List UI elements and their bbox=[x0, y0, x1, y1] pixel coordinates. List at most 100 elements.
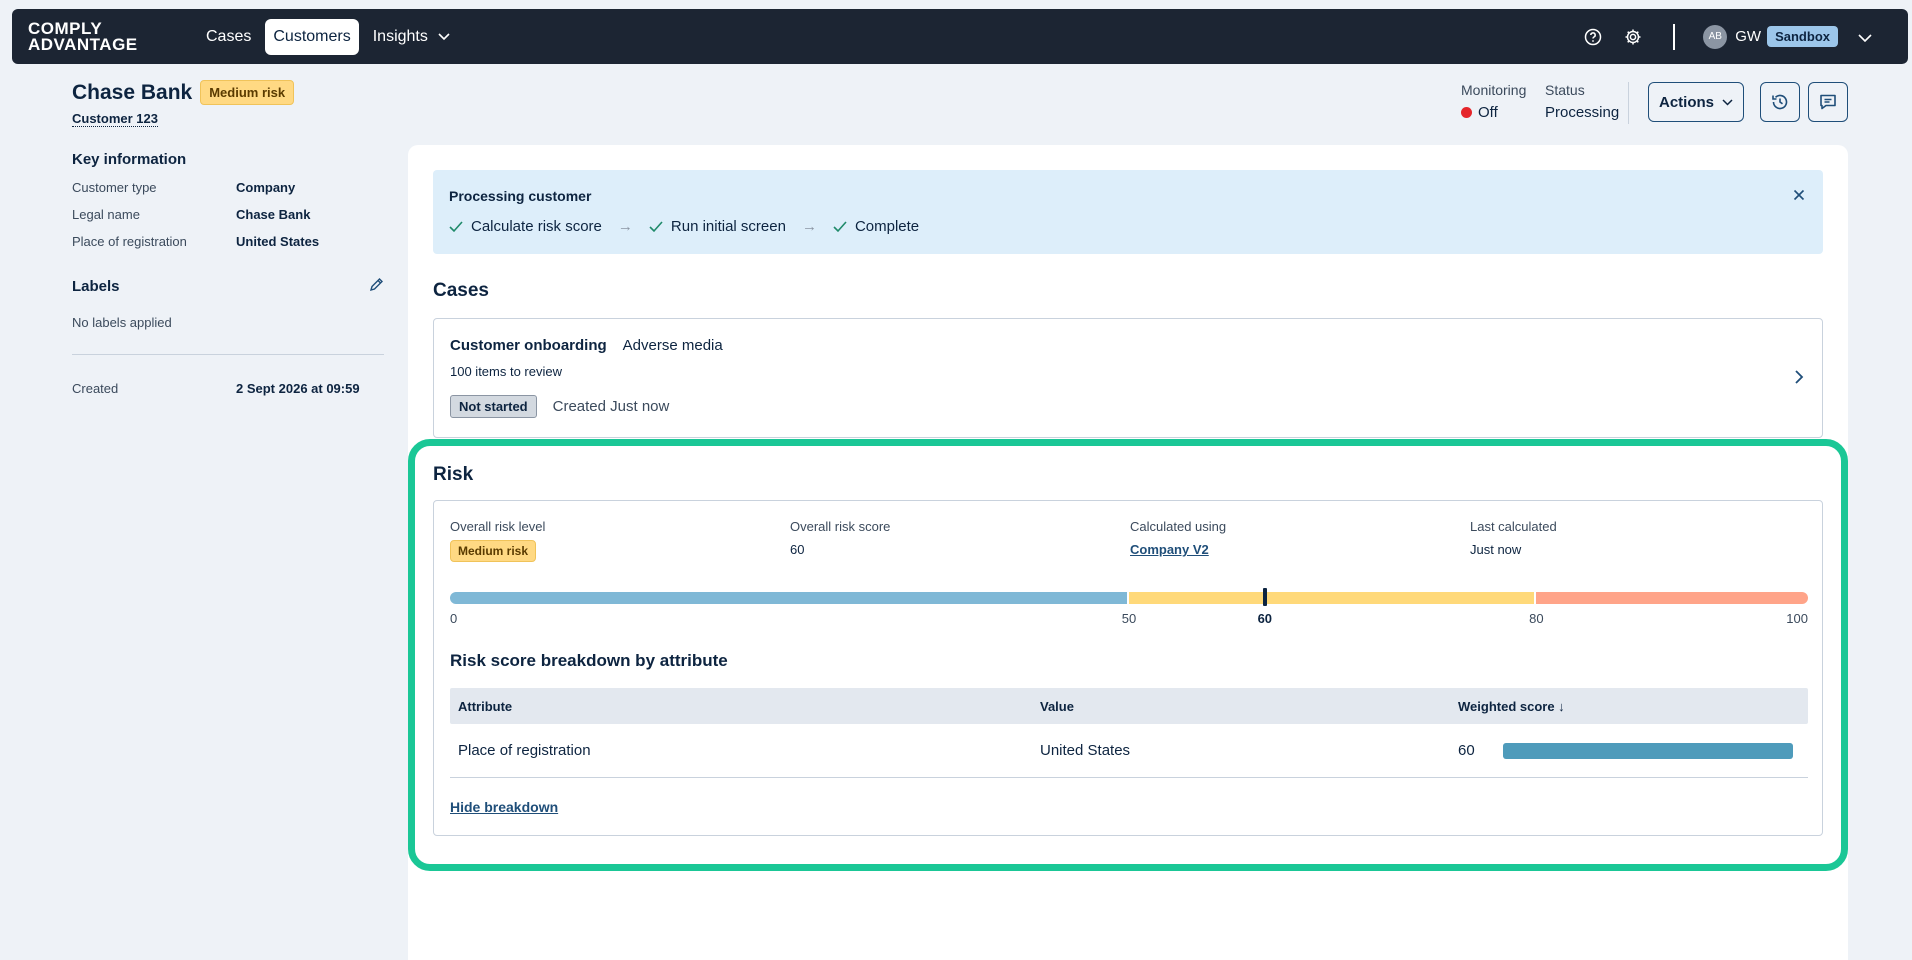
kv-row: Legal name Chase Bank bbox=[72, 207, 384, 222]
cases-section-title: Cases bbox=[433, 280, 489, 301]
step-item: Complete bbox=[833, 218, 919, 235]
settings-button[interactable] bbox=[1619, 23, 1647, 51]
help-button[interactable] bbox=[1579, 23, 1607, 51]
check-icon bbox=[649, 220, 663, 232]
gauge-band bbox=[1129, 592, 1535, 604]
status-dot-icon bbox=[1461, 107, 1472, 118]
header-divider bbox=[1628, 82, 1629, 124]
customer-main-panel: Processing customer Calculate risk score… bbox=[408, 145, 1848, 960]
arrow-right-icon: → bbox=[801, 218, 817, 235]
risk-card: Overall risk level Medium risk Overall r… bbox=[433, 500, 1823, 836]
top-navigation-bar: COMPLY ADVANTAGE Cases Customers Insight… bbox=[12, 9, 1908, 64]
actions-button[interactable]: Actions bbox=[1648, 82, 1744, 122]
processing-banner: Processing customer Calculate risk score… bbox=[433, 170, 1823, 254]
customer-id[interactable]: Customer 123 bbox=[72, 111, 158, 127]
edit-labels-button[interactable] bbox=[369, 277, 384, 295]
gauge-band bbox=[450, 592, 1127, 604]
history-button[interactable] bbox=[1760, 82, 1800, 122]
step-item: Calculate risk score bbox=[449, 218, 602, 235]
column-header-weighted-score[interactable]: Weighted score ↓ bbox=[1458, 699, 1808, 714]
labels-header: Labels bbox=[72, 277, 384, 295]
kv-row: Place of registration United States bbox=[72, 234, 384, 249]
kv-key: Legal name bbox=[72, 207, 140, 222]
key-information-title: Key information bbox=[72, 151, 187, 168]
monitoring-status: Monitoring Off bbox=[1461, 82, 1526, 121]
step-label: Complete bbox=[854, 218, 920, 235]
cell-value: United States bbox=[1040, 742, 1131, 759]
risk-level-badge: Medium risk bbox=[200, 80, 295, 105]
no-labels-text: No labels applied bbox=[72, 315, 172, 330]
case-status-badge: Not started bbox=[450, 395, 537, 418]
calculated-using-label: Calculated using bbox=[1130, 519, 1227, 534]
nav-item-label: Insights bbox=[372, 27, 428, 45]
status-label: Status bbox=[1545, 82, 1585, 98]
weighted-score-bar-fill bbox=[1502, 742, 1793, 759]
table-row: Place of registration United States 60 bbox=[450, 724, 1808, 778]
processing-status: Status Processing bbox=[1545, 82, 1619, 121]
avatar[interactable]: AB bbox=[1703, 24, 1728, 49]
close-icon bbox=[1793, 189, 1805, 201]
customer-title-row: Chase Bank Medium risk bbox=[72, 80, 384, 105]
comments-button[interactable] bbox=[1808, 82, 1848, 122]
gauge-score-marker bbox=[1262, 588, 1267, 606]
case-footer: Not started Created Just now bbox=[450, 395, 1806, 418]
breakdown-title: Risk score breakdown by attribute bbox=[450, 651, 728, 670]
last-calculated-value: Just now bbox=[1470, 542, 1522, 557]
overall-risk-score-label: Overall risk score bbox=[790, 519, 891, 534]
main-nav: Cases Customers Insights bbox=[198, 18, 458, 55]
gear-icon bbox=[1625, 29, 1641, 44]
account-menu-button[interactable] bbox=[1858, 29, 1872, 45]
gauge-tick-label: 50 bbox=[1121, 611, 1137, 626]
risk-level-badge: Medium risk bbox=[450, 540, 537, 562]
nav-divider bbox=[1673, 23, 1676, 50]
history-icon bbox=[1772, 94, 1788, 110]
risk-model-link[interactable]: Company V2 bbox=[1130, 542, 1209, 557]
weighted-score-value: 60 bbox=[1458, 742, 1475, 759]
overall-risk-level-label: Overall risk level bbox=[450, 519, 546, 534]
step-item: Run initial screen bbox=[649, 218, 786, 235]
overall-risk-score-value: 60 bbox=[790, 542, 805, 557]
monitoring-label: Monitoring bbox=[1461, 82, 1527, 98]
kv-value: Chase Bank bbox=[236, 207, 311, 222]
nav-item-insights[interactable]: Insights bbox=[365, 19, 458, 55]
risk-score-gauge bbox=[450, 588, 1808, 606]
hide-breakdown-link[interactable]: Hide breakdown bbox=[450, 799, 558, 815]
nav-item-customers[interactable]: Customers bbox=[265, 18, 359, 55]
company-logo[interactable]: COMPLY ADVANTAGE bbox=[28, 20, 168, 54]
check-icon bbox=[833, 220, 847, 232]
kv-key: Customer type bbox=[72, 180, 157, 195]
nav-item-cases[interactable]: Cases bbox=[198, 19, 259, 55]
created-row: Created 2 Sept 2026 at 09:59 bbox=[72, 381, 384, 396]
calculated-using: Calculated using Company V2 bbox=[1130, 519, 1226, 557]
cell-weighted-score: 60 bbox=[1458, 742, 1808, 759]
kv-value: United States bbox=[236, 234, 320, 249]
overall-risk-level: Overall risk level Medium risk bbox=[450, 519, 545, 562]
user-initials: GW bbox=[1735, 28, 1762, 45]
labels-title: Labels bbox=[72, 277, 120, 295]
column-header-value[interactable]: Value bbox=[1040, 699, 1458, 714]
case-subtype: Adverse media bbox=[622, 337, 723, 354]
case-header: Customer onboarding Adverse media bbox=[450, 337, 1806, 354]
case-card[interactable]: Customer onboarding Adverse media 100 it… bbox=[433, 318, 1823, 438]
check-icon bbox=[449, 220, 463, 232]
breakdown-table: Attribute Value Weighted score ↓ Place o… bbox=[450, 688, 1808, 778]
processing-steps: Calculate risk score → Run initial scree… bbox=[449, 218, 1807, 235]
created-value: 2 Sept 2026 at 09:59 bbox=[236, 381, 360, 396]
comment-icon bbox=[1820, 94, 1836, 110]
gauge-tick-label: 100 bbox=[1786, 611, 1808, 626]
banner-close-button[interactable] bbox=[1793, 188, 1805, 204]
key-information-list: Customer type Company Legal name Chase Ban… bbox=[72, 180, 384, 249]
actions-label: Actions bbox=[1658, 93, 1714, 111]
cell-attribute: Place of registration bbox=[458, 742, 591, 759]
monitoring-value-text: Off bbox=[1478, 104, 1498, 121]
column-header-attribute[interactable]: Attribute bbox=[450, 699, 1040, 714]
case-type: Customer onboarding bbox=[450, 337, 607, 354]
customer-sidebar: Chase Bank Medium risk Customer 123 Key … bbox=[72, 80, 384, 396]
logo-line-2: ADVANTAGE bbox=[28, 34, 138, 54]
weighted-score-bar bbox=[1502, 742, 1793, 759]
pencil-icon bbox=[369, 278, 383, 292]
gauge-tick-label: 80 bbox=[1529, 611, 1544, 626]
gauge-tick-label: 60 bbox=[1257, 611, 1273, 626]
last-calculated: Last calculated Just now bbox=[1470, 519, 1557, 557]
chevron-down-icon bbox=[438, 32, 450, 40]
